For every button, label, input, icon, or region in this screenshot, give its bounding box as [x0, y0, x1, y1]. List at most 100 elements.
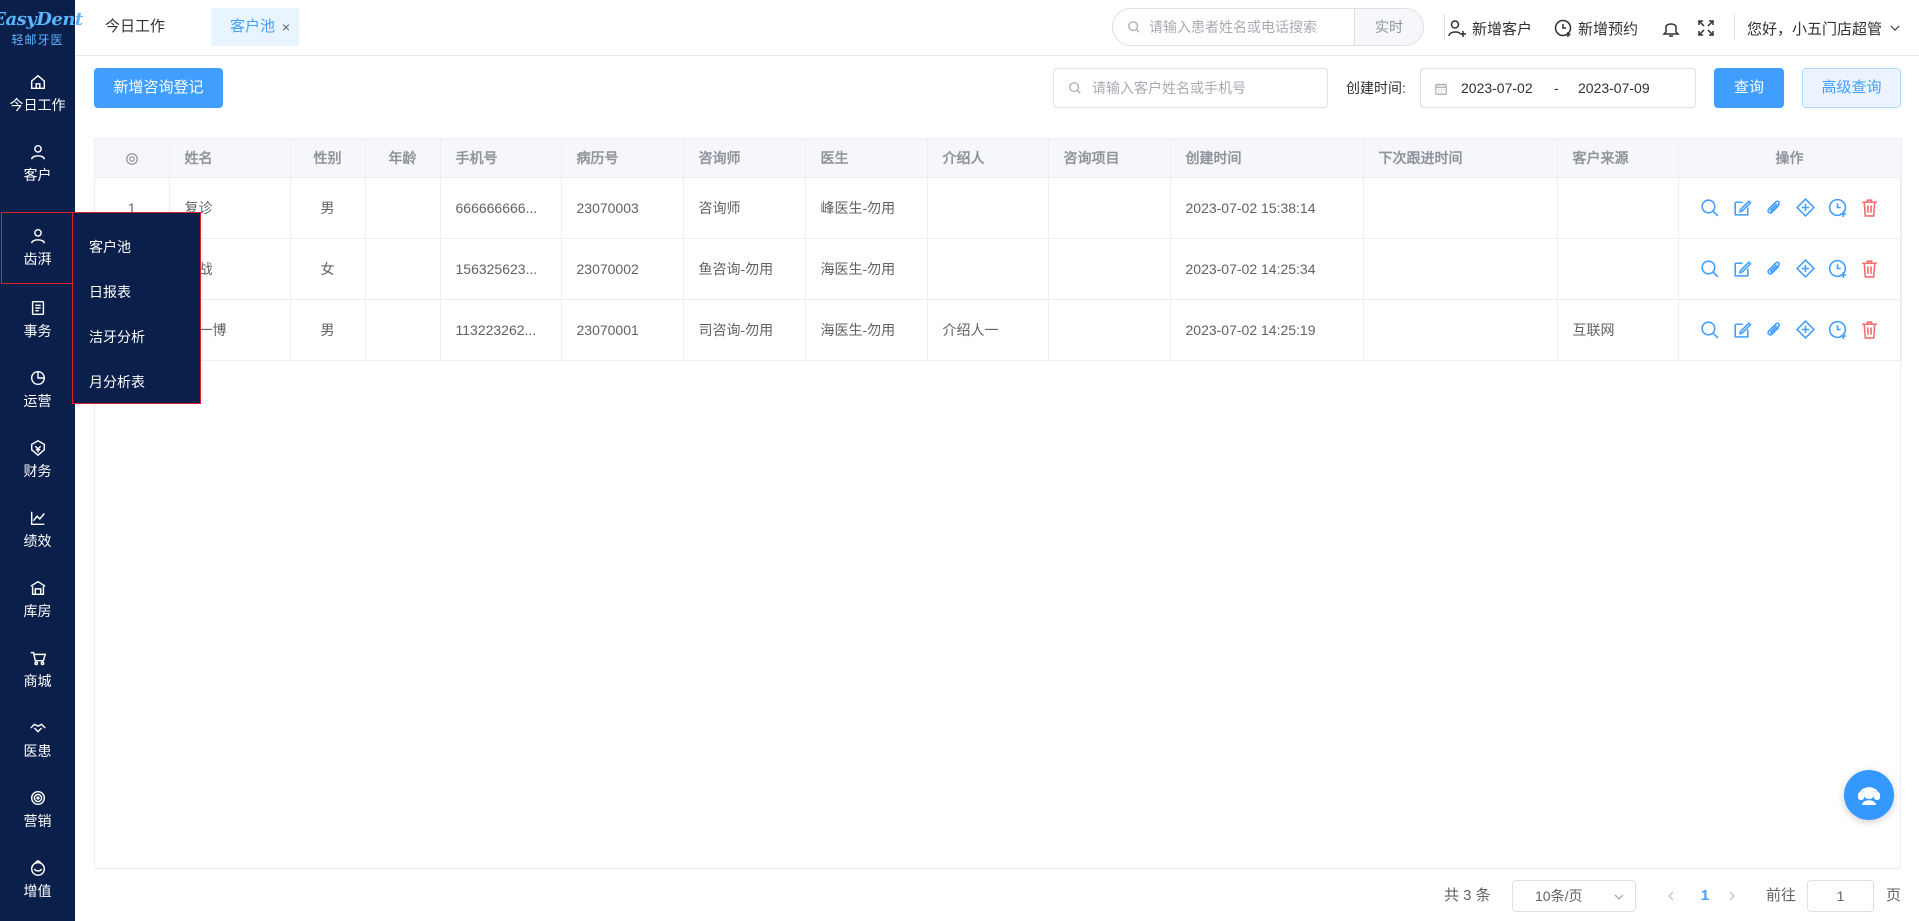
cell-age	[365, 238, 441, 300]
col-name: 姓名	[169, 139, 291, 178]
sidebar-item-finance[interactable]: 财务	[0, 429, 75, 491]
next-page-icon[interactable]	[1726, 890, 1738, 902]
date-start[interactable]: 2023-07-02	[1461, 69, 1533, 107]
page-size-select[interactable]: 10条/页	[1512, 880, 1636, 912]
table-row[interactable]: 1 复诊男 666666666... 23070003 咨询师 峰医生-勿用 2023-07…	[95, 177, 1902, 239]
sidebar-item-marketing[interactable]: 营销	[0, 779, 75, 841]
add-clock-icon[interactable]	[1827, 319, 1848, 340]
submenu-item-cleaning-analysis[interactable]: 洁牙分析	[73, 315, 200, 360]
sidebar-label: 医患	[23, 743, 52, 759]
sidebar-item-affairs[interactable]: 事务	[0, 289, 75, 351]
fullscreen-button[interactable]	[1696, 0, 1721, 56]
col-source: 客户来源	[1557, 139, 1679, 178]
table-row[interactable]: 3王一博男113223262...23070001司咨询-勿用海医生-勿用介绍人…	[95, 299, 1902, 361]
close-icon[interactable]: ×	[282, 8, 290, 46]
prev-page-icon[interactable]	[1665, 890, 1677, 902]
logo-subtitle: 轻邮牙医	[11, 32, 64, 47]
logo-brand: EasyDent	[0, 8, 83, 30]
customer-search-placeholder: 请输入客户姓名或手机号	[1092, 80, 1246, 96]
row-actions	[1679, 319, 1901, 340]
customer-search-input[interactable]: 请输入客户姓名或手机号	[1053, 68, 1328, 108]
submenu-item-customer-pool[interactable]: 客户池	[73, 225, 200, 270]
realtime-button[interactable]: 实时	[1354, 9, 1423, 45]
cell-source	[1557, 238, 1679, 300]
new-consult-button[interactable]: 新增咨询登记	[94, 68, 223, 108]
advanced-query-button[interactable]: 高级查询	[1802, 68, 1901, 108]
submenu-item-daily-report[interactable]: 日报表	[73, 270, 200, 315]
edit-icon[interactable]	[1731, 258, 1752, 279]
target-icon	[30, 790, 45, 806]
sidebar-item-customer[interactable]: 客户	[0, 133, 75, 195]
cell-age	[365, 177, 441, 239]
edit-icon[interactable]	[1731, 319, 1752, 340]
task-icon	[31, 300, 44, 316]
row-actions	[1679, 258, 1901, 279]
cell-doctor: 峰医生-勿用	[805, 177, 928, 239]
col-record: 病历号	[561, 139, 684, 178]
table-row[interactable]: 2张战女156325623...23070002鱼咨询-勿用海医生-勿用2023…	[95, 238, 1902, 300]
current-page[interactable]: 1	[1695, 880, 1715, 912]
add-clock-icon[interactable]	[1827, 197, 1848, 218]
divider	[1734, 14, 1735, 40]
divider	[1444, 14, 1445, 40]
sidebar-item-operation[interactable]: 运营	[0, 359, 75, 421]
sidebar-label: 库房	[23, 603, 52, 619]
sidebar-label: 运营	[23, 393, 52, 409]
cell-doctor: 海医生-勿用	[805, 238, 928, 300]
submenu-item-monthly-analysis[interactable]: 月分析表	[73, 360, 200, 405]
cell-actions	[1678, 238, 1902, 300]
new-customer-button[interactable]: 新增客户	[1447, 0, 1532, 56]
cell-record: 23070003	[561, 177, 684, 239]
page-suffix: 页	[1886, 887, 1902, 904]
sidebar-item-chipai[interactable]: 齿湃	[0, 211, 75, 285]
user-menu[interactable]: 您好，小五门店超管	[1747, 0, 1907, 56]
cell-source	[1557, 177, 1679, 239]
gift-icon	[30, 859, 45, 876]
tab-customer-pool[interactable]: 客户池 ×	[211, 8, 299, 46]
search-icon	[1069, 82, 1081, 94]
global-search[interactable]: 请输入患者姓名或电话搜索 实时	[1112, 8, 1424, 46]
goto-page-input[interactable]: 1	[1807, 880, 1874, 912]
cell-referrer	[927, 177, 1049, 239]
sidebar-item-today[interactable]: 今日工作	[0, 63, 75, 125]
sidebar-item-performance[interactable]: 绩效	[0, 499, 75, 561]
plus-diamond-icon[interactable]	[1795, 319, 1816, 340]
settings-header[interactable]	[95, 139, 170, 178]
attach-icon[interactable]	[1763, 258, 1784, 279]
view-icon[interactable]	[1699, 197, 1720, 218]
col-consultant: 咨询师	[683, 139, 806, 178]
edit-icon[interactable]	[1731, 197, 1752, 218]
notification-button[interactable]	[1661, 0, 1686, 56]
search-icon	[1128, 21, 1140, 33]
tab-today-work[interactable]: 今日工作	[105, 8, 165, 46]
delete-icon[interactable]	[1859, 319, 1880, 340]
col-project: 咨询项目	[1048, 139, 1171, 178]
date-end[interactable]: 2023-07-09	[1578, 69, 1650, 107]
col-created: 创建时间	[1170, 139, 1364, 178]
cell-next-followup	[1363, 177, 1558, 239]
delete-icon[interactable]	[1859, 258, 1880, 279]
cell-age	[365, 299, 441, 361]
sidebar-item-warehouse[interactable]: 库房	[0, 569, 75, 631]
sidebar-item-value-added[interactable]: 增值	[0, 849, 75, 911]
sidebar-label: 商城	[23, 673, 52, 689]
sidebar-item-doctor-patient[interactable]: 医患	[0, 709, 75, 771]
sidebar-item-mall[interactable]: 商城	[0, 639, 75, 701]
attach-icon[interactable]	[1763, 319, 1784, 340]
customer-service-button[interactable]	[1844, 770, 1894, 820]
sidebar-label: 财务	[23, 463, 52, 479]
col-doctor: 医生	[805, 139, 928, 178]
delete-icon[interactable]	[1859, 197, 1880, 218]
view-icon[interactable]	[1699, 319, 1720, 340]
cell-gender: 女	[290, 238, 366, 300]
new-appointment-button[interactable]: 新增预约	[1553, 0, 1638, 56]
add-clock-icon[interactable]	[1827, 258, 1848, 279]
view-icon[interactable]	[1699, 258, 1720, 279]
plus-diamond-icon[interactable]	[1795, 258, 1816, 279]
plus-diamond-icon[interactable]	[1795, 197, 1816, 218]
date-range-picker[interactable]: 2023-07-02 - 2023-07-09	[1420, 68, 1696, 108]
logo[interactable]: EasyDent 轻邮牙医	[0, 0, 83, 56]
query-button[interactable]: 查询	[1714, 68, 1784, 108]
cell-next-followup	[1363, 299, 1558, 361]
attach-icon[interactable]	[1763, 197, 1784, 218]
